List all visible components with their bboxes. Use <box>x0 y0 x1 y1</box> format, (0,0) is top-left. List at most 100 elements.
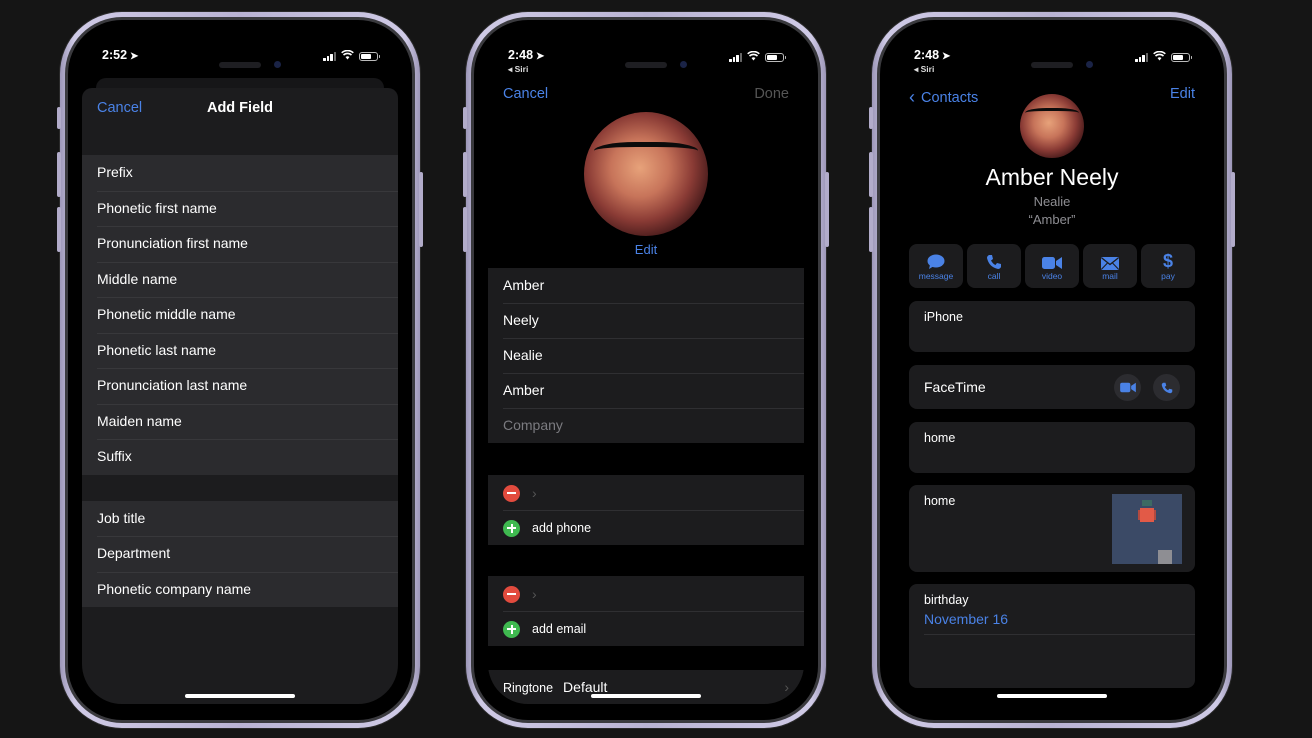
volume-up-button <box>869 152 873 197</box>
chevron-right-icon[interactable]: › <box>532 586 537 602</box>
chevron-left-icon: ‹ <box>909 87 915 107</box>
silent-switch <box>869 107 873 129</box>
edit-contact-button[interactable]: Edit <box>1170 86 1195 102</box>
add-icon <box>503 519 520 537</box>
volume-down-button <box>57 207 61 252</box>
field-option-department[interactable]: Department <box>82 536 398 572</box>
speaker <box>1031 62 1073 68</box>
field-option-middle-name[interactable]: Middle name <box>82 261 398 298</box>
map-pin-icon <box>1140 508 1154 522</box>
name-fields-card: Amber Neely Nealie Amber Company <box>488 268 804 443</box>
action-label: mail <box>1102 271 1118 281</box>
birthday-label: birthday <box>924 593 969 607</box>
cellular-signal-icon <box>729 52 742 62</box>
first-name-field[interactable]: Amber <box>488 268 804 303</box>
nav-bar: Cancel Done <box>488 86 804 110</box>
add-email-row[interactable]: add email <box>488 611 804 646</box>
contact-photo[interactable] <box>1020 94 1084 158</box>
battery-icon <box>359 52 380 61</box>
add-field-sheet: Cancel Add Field Prefix Phonetic first n… <box>82 88 398 704</box>
nickname-field[interactable]: Amber <box>488 373 804 408</box>
company-field[interactable]: Company <box>488 408 804 443</box>
location-arrow-icon: ➤ <box>536 51 545 62</box>
add-phone-label: add phone <box>532 521 592 535</box>
add-phone-row[interactable]: add phone <box>488 510 804 545</box>
field-option-phonetic-last-name[interactable]: Phonetic last name <box>82 332 398 369</box>
message-action-button[interactable]: message <box>909 244 963 288</box>
status-time: 2:52 <box>102 48 128 62</box>
back-label: Contacts <box>921 90 979 106</box>
cancel-button[interactable]: Cancel <box>503 86 548 102</box>
back-to-siri-link[interactable]: ◂ Siri <box>914 64 934 75</box>
field-option-pronunciation-first-name[interactable]: Pronunciation first name <box>82 226 398 262</box>
pay-action-button[interactable]: $ pay <box>1141 244 1195 288</box>
call-action-button[interactable]: call <box>967 244 1021 288</box>
facetime-tile: FaceTime <box>909 365 1195 409</box>
phone-edit-contact: 2:48 ➤ ◂ Siri Cancel Done Edit Amber Neel… <box>463 12 829 728</box>
front-camera <box>680 61 687 68</box>
phone-entry-row: › <box>488 475 804 510</box>
phone-add-field: 2:52 ➤ Cancel Add Field Prefix Phonetic … <box>57 12 423 728</box>
mail-action-button[interactable]: mail <box>1083 244 1137 288</box>
wifi-icon <box>1153 50 1166 64</box>
done-button[interactable]: Done <box>754 86 789 102</box>
back-to-siri-link[interactable]: ◂ Siri <box>508 64 528 75</box>
delete-phone-button[interactable] <box>503 484 520 502</box>
home-indicator[interactable] <box>997 694 1107 698</box>
screen: 2:48 ➤ ◂ Siri Cancel Done Edit Amber Neel… <box>488 36 804 704</box>
field-option-phonetic-first-name[interactable]: Phonetic first name <box>82 190 398 227</box>
home-indicator[interactable] <box>185 694 295 698</box>
phone-contact-card: 2:48 ➤ ◂ Siri ‹ Contacts Edit Amber Neely … <box>869 12 1235 728</box>
volume-down-button <box>869 207 873 252</box>
front-camera <box>1086 61 1093 68</box>
phone-section: › add phone <box>488 475 804 545</box>
facetime-label: FaceTime <box>924 379 986 395</box>
edit-photo-button[interactable]: Edit <box>488 242 804 257</box>
message-bubble-icon <box>909 244 963 270</box>
home-email-label: home <box>924 431 956 445</box>
home-email-tile[interactable]: home <box>909 422 1195 473</box>
status-time: 2:48 <box>914 48 940 62</box>
name-fields-group: Prefix Phonetic first name Pronunciation… <box>82 155 398 475</box>
add-email-label: add email <box>532 622 587 636</box>
iphone-label: iPhone <box>924 310 963 324</box>
back-to-contacts-button[interactable]: ‹ Contacts <box>909 86 978 107</box>
home-address-tile[interactable]: home <box>909 485 1195 572</box>
ringtone-row[interactable]: Ringtone Default › <box>488 670 804 704</box>
location-arrow-icon: ➤ <box>942 51 951 62</box>
last-name-field[interactable]: Neely <box>488 303 804 338</box>
email-section: › add email <box>488 576 804 646</box>
speaker <box>219 62 261 68</box>
birthday-value[interactable]: November 16 <box>924 611 1008 627</box>
video-action-button[interactable]: video <box>1025 244 1079 288</box>
delete-email-button[interactable] <box>503 585 520 603</box>
field-option-maiden-name[interactable]: Maiden name <box>82 403 398 440</box>
home-indicator[interactable] <box>591 694 701 698</box>
contact-photo[interactable] <box>584 112 708 236</box>
home-address-label: home <box>924 494 956 508</box>
phone-icon <box>967 244 1021 270</box>
iphone-number-tile[interactable]: iPhone <box>909 301 1195 352</box>
field-option-phonetic-middle-name[interactable]: Phonetic middle name <box>82 297 398 333</box>
battery-icon <box>765 52 786 62</box>
work-fields-group: Job title Department Phonetic company na… <box>82 500 398 608</box>
location-arrow-icon: ➤ <box>130 51 139 62</box>
front-camera <box>274 61 281 68</box>
phonetic-last-name-field[interactable]: Nealie <box>488 338 804 373</box>
silent-switch <box>57 107 61 129</box>
screen: 2:48 ➤ ◂ Siri ‹ Contacts Edit Amber Neely … <box>894 36 1210 704</box>
video-camera-icon <box>1025 244 1079 270</box>
power-button <box>1231 172 1235 247</box>
map-thumbnail[interactable] <box>1112 494 1182 564</box>
facetime-video-button[interactable] <box>1114 374 1141 401</box>
chevron-right-icon[interactable]: › <box>532 485 537 501</box>
cellular-signal-icon <box>1135 52 1148 62</box>
facetime-audio-button[interactable] <box>1153 374 1180 401</box>
field-option-pronunciation-last-name[interactable]: Pronunciation last name <box>82 368 398 404</box>
battery-icon <box>1171 52 1192 62</box>
ringtone-label: Ringtone <box>503 681 554 695</box>
field-option-suffix[interactable]: Suffix <box>82 439 398 475</box>
field-option-phonetic-company-name[interactable]: Phonetic company name <box>82 571 398 608</box>
field-option-job-title[interactable]: Job title <box>82 501 398 537</box>
field-option-prefix[interactable]: Prefix <box>82 155 398 191</box>
